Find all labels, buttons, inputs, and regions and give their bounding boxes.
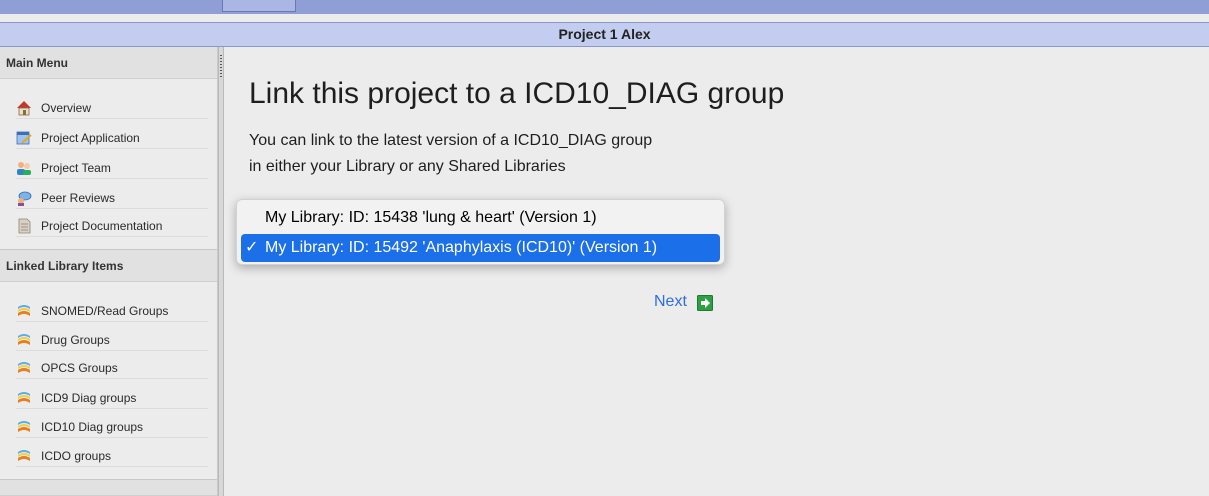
group-dropdown-menu: My Library: ID: 15438 'lung & heart' (Ve… (236, 199, 725, 265)
sidebar-item-label: Project Application (41, 131, 140, 145)
sidebar-item-label: Overview (41, 101, 92, 115)
sidebar-item-snomed-read-groups[interactable]: SNOMED/Read Groups (16, 300, 208, 322)
linked-items-header: Linked Library Items (0, 250, 217, 282)
sidebar-item-opcs-groups[interactable]: OPCS Groups (16, 357, 208, 379)
sidebar-item-icd9-diag-groups[interactable]: ICD9 Diag groups (16, 387, 208, 409)
next-label: Next (654, 293, 687, 310)
sidebar-item-label: Peer Reviews (41, 191, 116, 205)
resize-grip-icon (220, 55, 222, 79)
sidebar-item-label: ICD10 Diag groups (41, 420, 144, 434)
option-label: My Library: ID: 15438 'lung & heart' (Ve… (265, 209, 597, 226)
checkmark-icon: ✓ (245, 239, 259, 256)
sidebar-item-project-application[interactable]: Project Application (16, 127, 208, 149)
main-panel: Link this project to a ICD10_DIAG group … (224, 47, 1209, 496)
peer-review-icon (18, 191, 32, 206)
top-strip (0, 0, 1209, 14)
sidebar-item-label: Project Team (41, 161, 111, 175)
sidebar-item-icdo-groups[interactable]: ICDO groups (16, 445, 208, 467)
sidebar-item-icd10-diag-groups[interactable]: ICD10 Diag groups (16, 416, 208, 438)
sidebar-item-drug-groups[interactable]: Drug Groups (16, 329, 208, 351)
page-heading: Link this project to a ICD10_DIAG group (249, 77, 785, 110)
document-icon (18, 218, 31, 234)
sidebar-item-project-documentation[interactable]: Project Documentation (16, 215, 208, 237)
main-menu-title: Main Menu (6, 56, 68, 70)
team-icon (17, 162, 31, 175)
project-title-bar: Project 1 Alex (0, 22, 1209, 47)
sidebar-item-project-team[interactable]: Project Team (16, 157, 208, 179)
option-label: My Library: ID: 15492 'Anaphylaxis (ICD1… (265, 239, 658, 256)
group-stack-icon (18, 392, 30, 403)
sidebar-footer (0, 480, 217, 496)
sidebar-item-overview[interactable]: Overview (16, 97, 208, 119)
sidebar-item-label: OPCS Groups (41, 361, 118, 375)
group-stack-icon (18, 362, 30, 373)
top-tab[interactable] (222, 0, 296, 12)
sidebar-item-label: SNOMED/Read Groups (41, 304, 169, 318)
linked-items-title: Linked Library Items (6, 259, 124, 273)
description-line-2: in either your Library or any Shared Lib… (249, 158, 566, 175)
next-button[interactable]: Next (654, 293, 713, 311)
description-line-1: You can link to the latest version of a … (249, 132, 653, 149)
group-stack-icon (18, 421, 30, 432)
dropdown-option[interactable]: My Library: ID: 15438 'lung & heart' (Ve… (241, 204, 720, 232)
group-stack-icon (18, 450, 30, 461)
arrow-right-icon (697, 295, 713, 311)
group-stack-icon (18, 305, 30, 316)
application-edit-icon (16, 131, 32, 145)
main-menu-header: Main Menu (0, 47, 217, 79)
project-title: Project 1 Alex (558, 26, 651, 42)
sidebar-item-peer-reviews[interactable]: Peer Reviews (16, 187, 208, 209)
sidebar-item-label: Project Documentation (41, 219, 163, 233)
dropdown-option-selected[interactable]: ✓ My Library: ID: 15492 'Anaphylaxis (IC… (241, 234, 720, 262)
sidebar-item-label: ICDO groups (41, 449, 112, 463)
house-icon (17, 101, 31, 116)
group-stack-icon (18, 334, 30, 345)
sidebar-item-label: Drug Groups (41, 333, 110, 347)
sidebar: Main Menu Overview Project Application P… (0, 47, 218, 496)
sidebar-item-label: ICD9 Diag groups (41, 391, 137, 405)
